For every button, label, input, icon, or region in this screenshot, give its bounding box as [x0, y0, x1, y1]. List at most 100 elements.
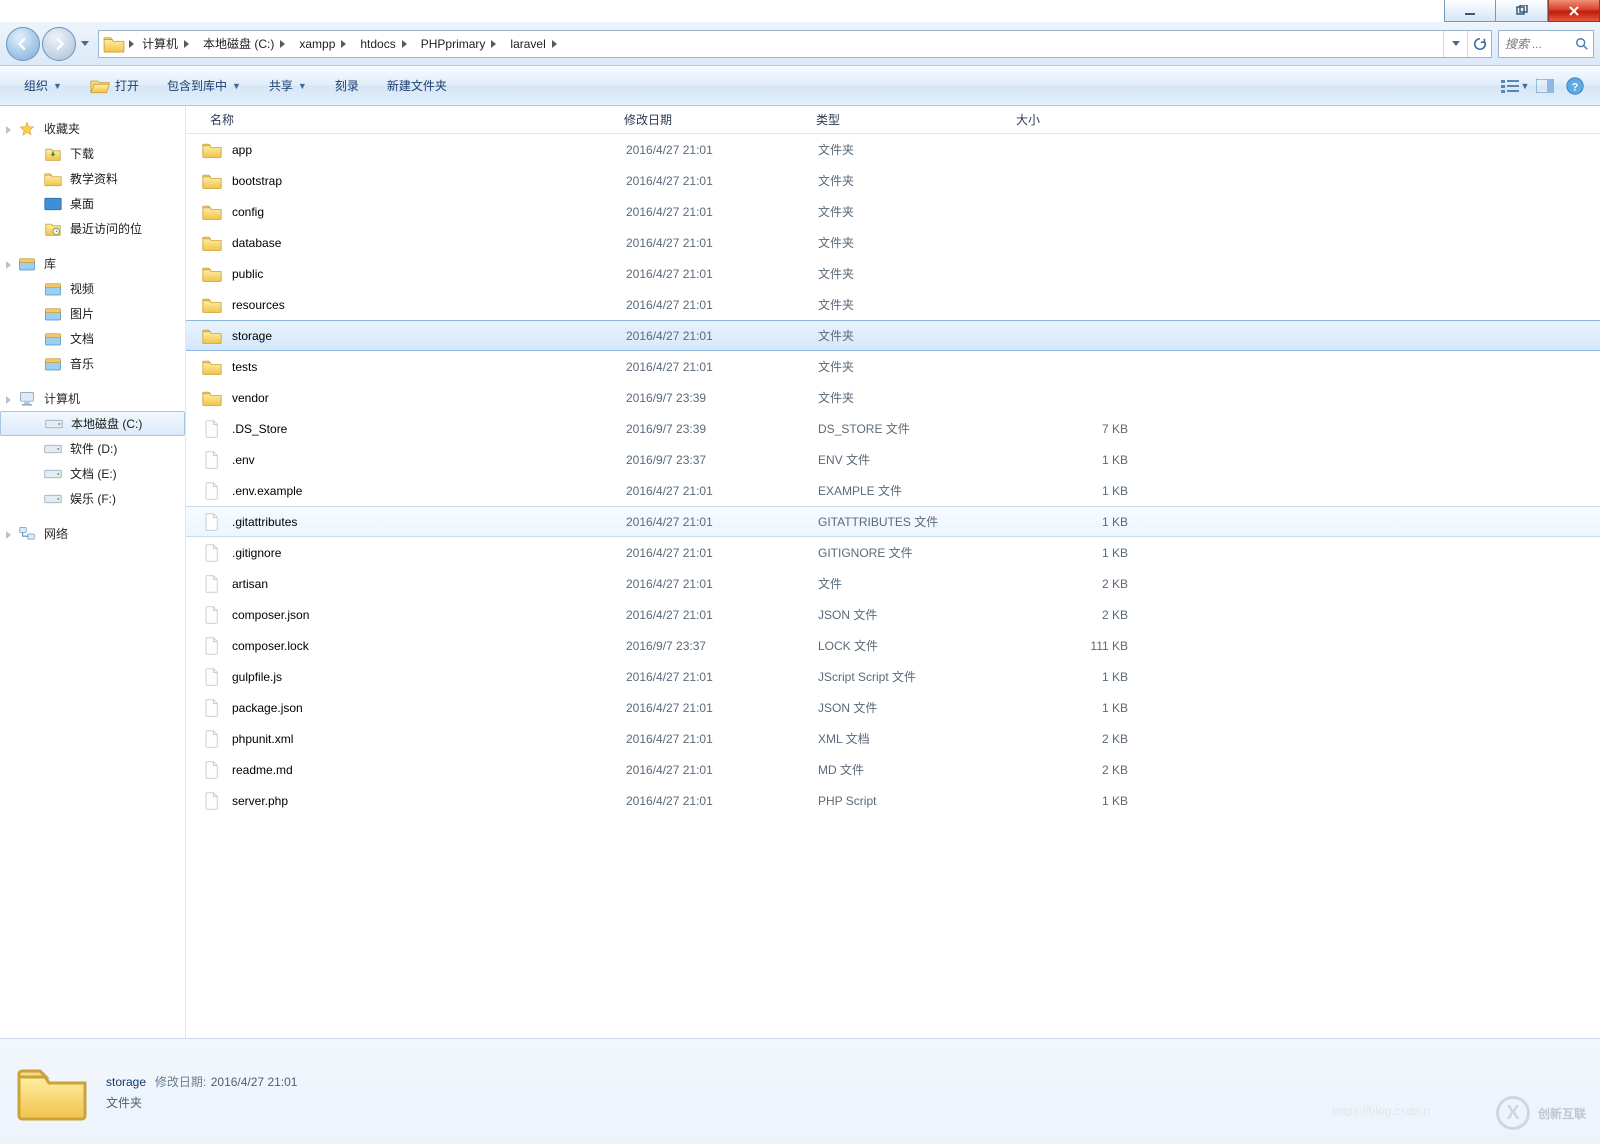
- expand-icon[interactable]: [6, 393, 18, 405]
- file-row[interactable]: tests2016/4/27 21:01文件夹: [186, 351, 1600, 382]
- file-row[interactable]: resources2016/4/27 21:01文件夹: [186, 289, 1600, 320]
- sidebar-favorites[interactable]: 收藏夹: [0, 116, 185, 141]
- file-row[interactable]: public2016/4/27 21:01文件夹: [186, 258, 1600, 289]
- column-type[interactable]: 类型: [802, 111, 1002, 128]
- file-type: EXAMPLE 文件: [818, 482, 1018, 499]
- expand-icon[interactable]: [6, 528, 18, 540]
- file-date: 2016/4/27 21:01: [626, 174, 818, 188]
- file-row[interactable]: artisan2016/4/27 21:01文件2 KB: [186, 568, 1600, 599]
- sidebar-item-desktop[interactable]: 桌面: [0, 191, 185, 216]
- file-row[interactable]: config2016/4/27 21:01文件夹: [186, 196, 1600, 227]
- forward-button[interactable]: [42, 27, 76, 61]
- back-button[interactable]: [6, 27, 40, 61]
- file-row[interactable]: package.json2016/4/27 21:01JSON 文件1 KB: [186, 692, 1600, 723]
- file-name: public: [232, 267, 626, 281]
- help-button[interactable]: [1560, 72, 1590, 100]
- file-name: phpunit.xml: [232, 732, 626, 746]
- file-size: 2 KB: [1018, 763, 1158, 777]
- file-icon: [202, 513, 222, 531]
- folder-icon: [202, 265, 222, 283]
- file-row[interactable]: composer.lock2016/9/7 23:37LOCK 文件111 KB: [186, 630, 1600, 661]
- sidebar-item-music[interactable]: 音乐: [0, 351, 185, 376]
- refresh-button[interactable]: [1467, 31, 1491, 57]
- sidebar-item-drive-d[interactable]: 软件 (D:): [0, 436, 185, 461]
- new-folder-button[interactable]: 新建文件夹: [373, 66, 461, 105]
- file-type: 文件夹: [818, 141, 1018, 158]
- open-icon: [90, 77, 110, 95]
- recent-icon: [44, 221, 62, 237]
- library-icon: [44, 306, 62, 322]
- search-icon[interactable]: [1571, 37, 1593, 51]
- sidebar-item-documents[interactable]: 文档: [0, 326, 185, 351]
- file-size: 7 KB: [1018, 422, 1158, 436]
- file-row[interactable]: database2016/4/27 21:01文件夹: [186, 227, 1600, 258]
- chevron-right-icon[interactable]: [491, 40, 496, 48]
- expand-icon[interactable]: [6, 123, 18, 135]
- view-menu[interactable]: ▼: [1500, 72, 1530, 100]
- breadcrumb-item[interactable]: laravel: [502, 31, 562, 57]
- sidebar-item-pictures[interactable]: 图片: [0, 301, 185, 326]
- file-row[interactable]: storage2016/4/27 21:01文件夹: [186, 320, 1600, 351]
- organize-menu[interactable]: 组织▼: [10, 66, 76, 105]
- sidebar-item-drive-e[interactable]: 文档 (E:): [0, 461, 185, 486]
- sidebar-item-teaching[interactable]: 教学资料: [0, 166, 185, 191]
- share-menu[interactable]: 共享▼: [255, 66, 321, 105]
- file-row[interactable]: gulpfile.js2016/4/27 21:01JScript Script…: [186, 661, 1600, 692]
- breadcrumb-item[interactable]: PHPprimary: [413, 31, 503, 57]
- breadcrumb-item[interactable]: xampp: [291, 31, 352, 57]
- sidebar-item-drive-f[interactable]: 娱乐 (F:): [0, 486, 185, 511]
- chevron-right-icon[interactable]: [280, 40, 285, 48]
- sidebar-computer[interactable]: 计算机: [0, 386, 185, 411]
- sidebar-libraries[interactable]: 库: [0, 251, 185, 276]
- burn-button[interactable]: 刻录: [321, 66, 373, 105]
- file-type: 文件夹: [818, 265, 1018, 282]
- preview-pane-button[interactable]: [1530, 72, 1560, 100]
- sidebar-item-drive-c[interactable]: 本地磁盘 (C:): [0, 411, 185, 436]
- sidebar-item-videos[interactable]: 视频: [0, 276, 185, 301]
- include-menu[interactable]: 包含到库中▼: [153, 66, 255, 105]
- chevron-right-icon[interactable]: [341, 40, 346, 48]
- sidebar-item-downloads[interactable]: 下载: [0, 141, 185, 166]
- file-date: 2016/4/27 21:01: [626, 360, 818, 374]
- file-row[interactable]: phpunit.xml2016/4/27 21:01XML 文档2 KB: [186, 723, 1600, 754]
- file-row[interactable]: vendor2016/9/7 23:39文件夹: [186, 382, 1600, 413]
- file-row[interactable]: composer.json2016/4/27 21:01JSON 文件2 KB: [186, 599, 1600, 630]
- column-date[interactable]: 修改日期: [610, 111, 802, 128]
- close-button[interactable]: [1548, 0, 1600, 22]
- breadcrumb-item[interactable]: 本地磁盘 (C:): [195, 31, 291, 57]
- file-date: 2016/4/27 21:01: [626, 205, 818, 219]
- file-name: resources: [232, 298, 626, 312]
- file-type: XML 文档: [818, 730, 1018, 747]
- file-row[interactable]: .gitignore2016/4/27 21:01GITIGNORE 文件1 K…: [186, 537, 1600, 568]
- file-row[interactable]: .DS_Store2016/9/7 23:39DS_STORE 文件7 KB: [186, 413, 1600, 444]
- file-type: ENV 文件: [818, 451, 1018, 468]
- breadcrumb-item[interactable]: 计算机: [134, 31, 195, 57]
- file-row[interactable]: bootstrap2016/4/27 21:01文件夹: [186, 165, 1600, 196]
- address-dropdown[interactable]: [1443, 31, 1467, 57]
- address-bar[interactable]: 计算机本地磁盘 (C:)xampphtdocsPHPprimarylaravel: [98, 30, 1492, 58]
- column-name[interactable]: 名称: [186, 111, 610, 128]
- history-dropdown[interactable]: [78, 27, 92, 61]
- file-row[interactable]: server.php2016/4/27 21:01PHP Script1 KB: [186, 785, 1600, 816]
- maximize-button[interactable]: [1496, 0, 1548, 22]
- expand-icon[interactable]: [6, 258, 18, 270]
- file-row[interactable]: .gitattributes2016/4/27 21:01GITATTRIBUT…: [186, 506, 1600, 537]
- file-name: bootstrap: [232, 174, 626, 188]
- file-type: 文件夹: [818, 296, 1018, 313]
- file-row[interactable]: readme.md2016/4/27 21:01MD 文件2 KB: [186, 754, 1600, 785]
- search-input[interactable]: 搜索 ...: [1498, 30, 1594, 58]
- sidebar-network[interactable]: 网络: [0, 521, 185, 546]
- details-name: storage: [106, 1075, 146, 1089]
- file-row[interactable]: .env2016/9/7 23:37ENV 文件1 KB: [186, 444, 1600, 475]
- open-button[interactable]: 打开: [76, 66, 153, 105]
- minimize-button[interactable]: [1444, 0, 1496, 22]
- file-row[interactable]: app2016/4/27 21:01文件夹: [186, 134, 1600, 165]
- file-row[interactable]: .env.example2016/4/27 21:01EXAMPLE 文件1 K…: [186, 475, 1600, 506]
- chevron-right-icon[interactable]: [402, 40, 407, 48]
- details-pane: storage 修改日期: 2016/4/27 21:01 文件夹: [0, 1038, 1600, 1144]
- chevron-right-icon[interactable]: [184, 40, 189, 48]
- chevron-right-icon[interactable]: [552, 40, 557, 48]
- column-size[interactable]: 大小: [1002, 111, 1142, 128]
- breadcrumb-item[interactable]: htdocs: [352, 31, 412, 57]
- sidebar-item-recent[interactable]: 最近访问的位: [0, 216, 185, 241]
